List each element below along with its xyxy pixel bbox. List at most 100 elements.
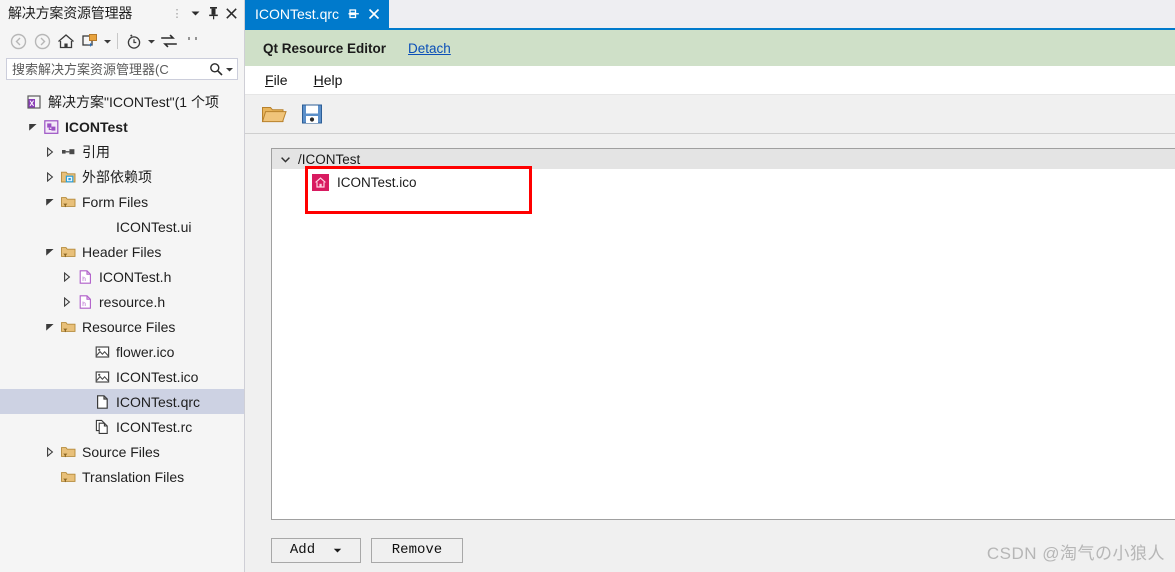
add-button-label: Add: [289, 542, 316, 558]
open-folder-icon[interactable]: [259, 99, 289, 129]
image-file-icon: [92, 364, 112, 389]
tree-item-label: ICONTest.ico: [116, 368, 199, 385]
tree-row[interactable]: flower.ico: [0, 339, 244, 364]
tree-row[interactable]: ICONTest: [0, 114, 244, 139]
tree-item-label: Translation Files: [82, 468, 185, 485]
tree-row[interactable]: Header Files: [0, 239, 244, 264]
overflow-dots-icon[interactable]: ⋮: [168, 3, 186, 23]
solution-explorer-header: 解决方案资源管理器 ⋮: [0, 0, 244, 26]
pending-changes-caret-icon[interactable]: [146, 30, 157, 52]
tree-collapse-arrow-icon[interactable]: [42, 139, 58, 164]
tree-row[interactable]: h ICONTest.h: [0, 264, 244, 289]
external-deps-icon: [58, 164, 78, 189]
tree-item-label: 解决方案"ICONTest"(1 个项: [48, 93, 219, 110]
solution-explorer-panel: 解决方案资源管理器 ⋮ 搜索解决方案资源管理器(C 解决方案"ICONTest"…: [0, 0, 245, 572]
filter-folder-icon: [58, 314, 78, 339]
image-file-icon: [92, 339, 112, 364]
search-options-caret-icon[interactable]: [224, 60, 235, 78]
pending-changes-icon[interactable]: [122, 29, 146, 53]
visual-studio-window: 解决方案资源管理器 ⋮ 搜索解决方案资源管理器(C 解决方案"ICONTest"…: [0, 0, 1175, 572]
ico-file-icon: [312, 173, 329, 191]
resource-item-icontest-ico[interactable]: ICONTest.ico: [272, 169, 1175, 195]
solution-icon: [24, 89, 44, 114]
resource-tree[interactable]: /ICONTest ICONTest.ico: [271, 148, 1175, 520]
tree-item-label: resource.h: [99, 293, 166, 310]
tree-collapse-arrow-icon[interactable]: [59, 264, 75, 289]
tree-row[interactable]: Translation Files: [0, 464, 244, 489]
save-icon[interactable]: [297, 99, 327, 129]
add-button[interactable]: Add: [271, 537, 361, 563]
tree-collapse-arrow-icon[interactable]: [42, 164, 58, 189]
sync-dropdown-caret-icon[interactable]: [102, 30, 113, 52]
tree-row[interactable]: Resource Files: [0, 314, 244, 339]
resource-item-label: ICONTest.ico: [337, 174, 417, 190]
header-file-icon: h: [75, 264, 95, 289]
tree-expand-arrow-icon[interactable]: [42, 314, 58, 339]
menu-file[interactable]: File: [261, 70, 292, 90]
tree-row[interactable]: 引用: [0, 139, 244, 164]
tree-arrow-placeholder: [8, 89, 24, 114]
tree-expand-arrow-icon[interactable]: [25, 114, 41, 139]
tab-icontest-qrc[interactable]: ICONTest.qrc: [245, 0, 390, 28]
tree-row[interactable]: 解决方案"ICONTest"(1 个项: [0, 89, 244, 114]
tree-item-label: Form Files: [82, 193, 149, 210]
tree-collapse-arrow-icon[interactable]: [42, 439, 58, 464]
qt-menubar: File Help: [245, 66, 1175, 95]
chevron-down-icon[interactable]: [186, 3, 204, 23]
editor-area: ICONTest.qrc Qt Resource Editor Detach F…: [245, 0, 1175, 572]
watermark-text: CSDN @淘气の小狼人: [986, 544, 1165, 563]
qt-editor-body: /ICONTest ICONTest.ico Add Remove: [245, 134, 1175, 572]
detach-link[interactable]: Detach: [408, 41, 451, 56]
filter-folder-icon: [58, 239, 78, 264]
tree-arrow-placeholder: [76, 339, 92, 364]
tree-row[interactable]: ICONTest.ui: [0, 214, 244, 239]
remove-button[interactable]: Remove: [371, 537, 463, 563]
tree-row[interactable]: ICONTest.ico: [0, 364, 244, 389]
tab-close-icon[interactable]: [367, 5, 381, 23]
rc-file-icon: [92, 414, 112, 439]
tree-item-label: flower.ico: [116, 343, 175, 360]
tree-row[interactable]: ICONTest.qrc: [0, 389, 244, 414]
tree-row[interactable]: Form Files: [0, 189, 244, 214]
remove-button-label: Remove: [391, 542, 443, 558]
tree-arrow-placeholder: [76, 414, 92, 439]
qt-resource-editor-banner: Qt Resource Editor Detach: [245, 30, 1175, 66]
svg-text:h: h: [82, 276, 86, 283]
resource-group-row[interactable]: /ICONTest: [272, 149, 1175, 169]
tab-strip: ICONTest.qrc: [245, 0, 1175, 30]
toolbar-separator: [117, 33, 118, 49]
tree-collapse-arrow-icon[interactable]: [59, 289, 75, 314]
tree-row[interactable]: Source Files: [0, 439, 244, 464]
tree-row[interactable]: 外部依赖项: [0, 164, 244, 189]
pin-icon[interactable]: [204, 3, 222, 23]
tree-expand-arrow-icon[interactable]: [42, 239, 58, 264]
menu-help[interactable]: Help: [310, 70, 347, 90]
tree-arrow-placeholder: [76, 214, 92, 239]
filter-folder-icon: [58, 464, 78, 489]
banner-title: Qt Resource Editor: [263, 40, 387, 56]
back-icon[interactable]: [6, 29, 30, 53]
tree-item-label: ICONTest: [65, 118, 128, 135]
tree-item-label: 外部依赖项: [82, 168, 152, 185]
search-icon[interactable]: [208, 60, 224, 78]
tree-expand-arrow-icon[interactable]: [42, 189, 58, 214]
tree-item-label: Resource Files: [82, 318, 176, 335]
tab-pin-icon[interactable]: [346, 5, 360, 23]
search-input[interactable]: [12, 61, 208, 77]
solution-tree[interactable]: 解决方案"ICONTest"(1 个项 ICONTest 引用 外部依赖项 Fo…: [0, 82, 244, 572]
tree-item-label: ICONTest.rc: [116, 418, 193, 435]
tree-row[interactable]: ICONTest.rc: [0, 414, 244, 439]
sync-with-active-document-icon[interactable]: [78, 29, 102, 53]
add-dropdown-caret-icon[interactable]: [333, 546, 342, 555]
tree-arrow-placeholder: [42, 464, 58, 489]
refresh-icon[interactable]: [157, 29, 181, 53]
search-box[interactable]: [6, 58, 238, 80]
forward-icon[interactable]: [30, 29, 54, 53]
chevron-down-icon[interactable]: [278, 151, 292, 167]
tree-item-label: ICONTest.qrc: [116, 393, 201, 410]
tree-row[interactable]: h resource.h: [0, 289, 244, 314]
filter-folder-icon: [58, 439, 78, 464]
collapse-all-icon[interactable]: [181, 29, 205, 53]
home-icon[interactable]: [54, 29, 78, 53]
close-icon[interactable]: [222, 3, 240, 23]
